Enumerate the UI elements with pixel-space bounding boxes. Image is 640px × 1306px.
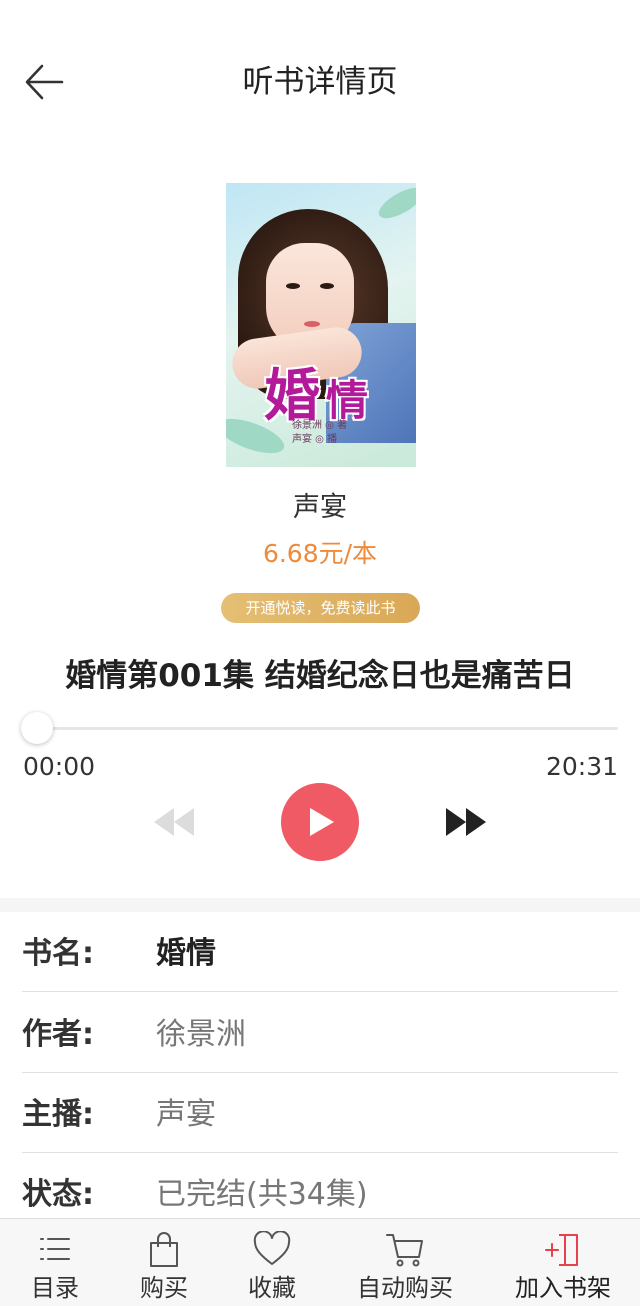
info-row-narrator: 主播: 声宴 [22, 1073, 618, 1153]
fast-forward-icon [446, 808, 486, 836]
play-button[interactable] [281, 783, 359, 861]
info-value: 声宴 [156, 1097, 216, 1132]
info-label: 作者: [22, 1017, 94, 1052]
book-price: 6.68元/本 [262, 539, 378, 568]
info-value: 已完结(共34集) [156, 1177, 368, 1212]
page-title: 听书详情页 [242, 64, 398, 100]
chapter-title: 婚情第001集 结婚纪念日也是痛苦日 [65, 658, 575, 694]
tab-label: 购买 [140, 1274, 188, 1302]
info-label: 状态: [22, 1177, 94, 1212]
list-icon [40, 1238, 70, 1260]
rewind-button[interactable] [150, 802, 198, 842]
heart-icon [253, 1231, 291, 1265]
tab-favorite[interactable]: 收藏 [218, 1219, 326, 1306]
tab-label: 加入书架 [515, 1274, 611, 1302]
shopping-bag-icon [150, 1232, 178, 1267]
section-divider [0, 898, 640, 912]
progress-slider-handle[interactable] [21, 712, 53, 744]
info-label: 书名: [22, 936, 94, 971]
tab-label: 自动购买 [357, 1274, 453, 1302]
bottom-action-bar: 目录 购买 收藏 自动购买 加入书架 [0, 1218, 640, 1306]
tab-catalog[interactable]: 目录 [0, 1219, 110, 1306]
add-to-shelf-icon [545, 1234, 578, 1266]
tab-label: 目录 [31, 1274, 79, 1302]
tab-add-to-shelf[interactable]: 加入书架 [500, 1219, 626, 1306]
current-time: 00:00 [23, 752, 96, 781]
progress-track[interactable] [36, 727, 618, 730]
total-time: 20:31 [545, 752, 618, 781]
tab-buy[interactable]: 购买 [110, 1219, 218, 1306]
play-icon [310, 808, 334, 836]
tab-auto-buy[interactable]: 自动购买 [340, 1219, 470, 1306]
cover-credits: 徐景洲 ◎ 著 声宴 ◎ 播 [292, 420, 348, 445]
info-label: 主播: [22, 1097, 94, 1132]
info-value: 婚情 [156, 936, 216, 971]
fast-forward-button[interactable] [442, 802, 490, 842]
narrator-name: 声宴 [293, 492, 347, 523]
info-value: 徐景洲 [156, 1017, 246, 1052]
header: 听书详情页 [0, 40, 640, 126]
tab-label: 收藏 [248, 1274, 296, 1302]
book-cover-image: 婚情 徐景洲 ◎ 著 声宴 ◎ 播 [226, 183, 416, 467]
rewind-icon [154, 808, 194, 836]
cart-icon [386, 1234, 423, 1267]
info-row-title: 书名: 婚情 [22, 912, 618, 992]
vip-subscribe-button[interactable]: 开通悦读，免费读此书 [221, 593, 420, 623]
info-row-author: 作者: 徐景洲 [22, 993, 618, 1073]
